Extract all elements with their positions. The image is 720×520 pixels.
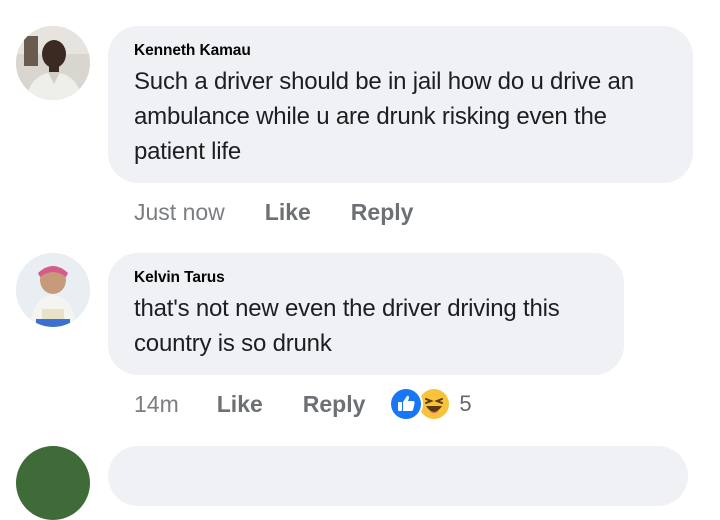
next-comment-avatar[interactable]	[16, 446, 90, 520]
comment-time[interactable]: Just now	[134, 199, 225, 226]
comment-actions: 14m Like Reply 5	[134, 384, 472, 424]
avatar[interactable]	[16, 26, 90, 100]
comment-actions: Just now Like Reply	[134, 192, 413, 232]
comment-author[interactable]: Kelvin Tarus	[134, 269, 598, 287]
like-button[interactable]: Like	[217, 391, 263, 418]
like-button[interactable]: Like	[265, 199, 311, 226]
reaction-count: 5	[459, 391, 472, 416]
reaction-summary[interactable]: 5	[389, 387, 472, 421]
comment-time[interactable]: 14m	[134, 391, 179, 418]
comment-bubble: Kenneth Kamau Such a driver should be in…	[108, 26, 693, 183]
comment-author[interactable]: Kenneth Kamau	[134, 42, 667, 60]
reply-button[interactable]: Reply	[351, 199, 414, 226]
comment-text: Such a driver should be in jail how do u…	[134, 68, 634, 165]
avatar[interactable]	[16, 253, 90, 327]
like-icon	[389, 387, 424, 421]
comment-text: that's not new even the driver driving t…	[134, 295, 560, 357]
next-comment-bubble	[108, 446, 688, 506]
comment-bubble: Kelvin Tarus that's not new even the dri…	[108, 253, 624, 375]
reply-button[interactable]: Reply	[303, 391, 366, 418]
avatar-photo	[16, 253, 90, 327]
avatar-photo	[16, 26, 90, 100]
